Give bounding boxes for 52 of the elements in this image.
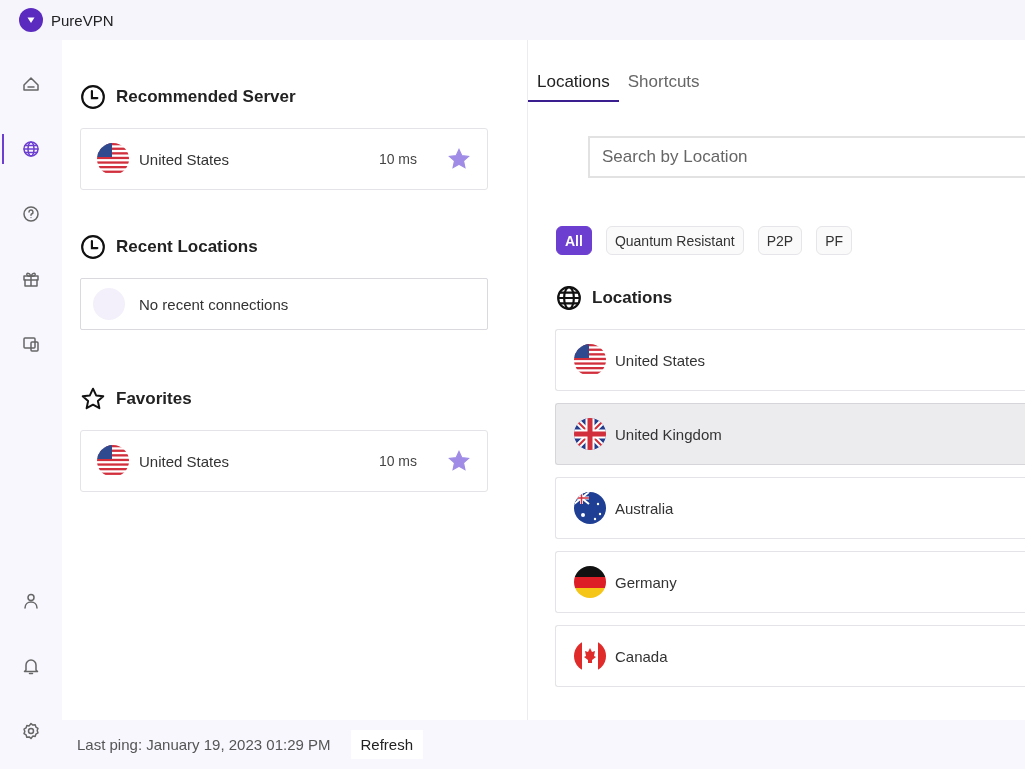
server-card[interactable]: United States 10 ms <box>80 430 488 492</box>
ping-time: 10 ms <box>378 453 417 469</box>
tab[interactable]: Shortcuts <box>618 70 709 102</box>
globe-icon <box>556 285 582 311</box>
tab[interactable]: Locations <box>528 70 619 102</box>
ping-time: 10 ms <box>378 151 417 167</box>
user-icon <box>21 591 41 611</box>
last-ping-text: Last ping: January 19, 2023 01:29 PM <box>77 736 331 753</box>
clock-icon <box>80 234 106 260</box>
filter-chip[interactable]: Quantum Resistant <box>605 226 744 255</box>
star-outline-icon <box>80 386 106 412</box>
location-row[interactable]: Australia <box>555 477 1025 539</box>
home-icon <box>21 74 41 94</box>
empty-message: No recent connections <box>139 295 289 313</box>
star-icon[interactable] <box>447 449 471 473</box>
country-name: Australia <box>615 499 674 517</box>
country-name: United States <box>615 351 706 369</box>
devices-icon <box>21 334 41 354</box>
bell-icon <box>21 656 41 676</box>
country-name: Canada <box>615 647 668 665</box>
flag-icon <box>574 492 606 524</box>
section-heading: Locations <box>592 288 673 308</box>
star-icon[interactable] <box>447 147 471 171</box>
flag-icon <box>574 566 606 598</box>
location-row[interactable]: Canada <box>555 625 1025 687</box>
refresh-button[interactable]: Refresh <box>350 730 424 759</box>
filter-chip[interactable]: P2P <box>757 226 803 255</box>
flag-icon <box>97 445 129 477</box>
flag-icon <box>574 640 606 672</box>
filter-chip[interactable]: All <box>556 226 592 255</box>
location-row[interactable]: United Kingdom <box>555 403 1025 465</box>
country-name: Germany <box>615 573 677 591</box>
section-heading: Recent Locations <box>116 237 258 257</box>
section-heading: Favorites <box>116 389 192 409</box>
server-card[interactable]: United States 10 ms <box>80 128 488 190</box>
settings-icon <box>21 721 41 741</box>
country-name: United States <box>139 150 231 168</box>
app-logo <box>19 8 43 32</box>
globe-icon <box>21 139 41 159</box>
section-heading: Recommended Server <box>116 87 296 107</box>
filter-chip[interactable]: PF <box>816 226 853 255</box>
location-row[interactable]: Germany <box>555 551 1025 613</box>
clock-icon <box>80 84 106 110</box>
help-icon <box>21 204 41 224</box>
search-field[interactable]: Search by Location <box>588 136 1025 178</box>
location-row[interactable]: United States <box>555 329 1025 391</box>
flag-icon <box>97 143 129 175</box>
country-name: United Kingdom <box>615 425 722 443</box>
flag-icon <box>574 344 606 376</box>
flag-icon <box>574 418 606 450</box>
window-title: PureVPN <box>51 11 114 29</box>
country-name: United States <box>139 452 231 470</box>
